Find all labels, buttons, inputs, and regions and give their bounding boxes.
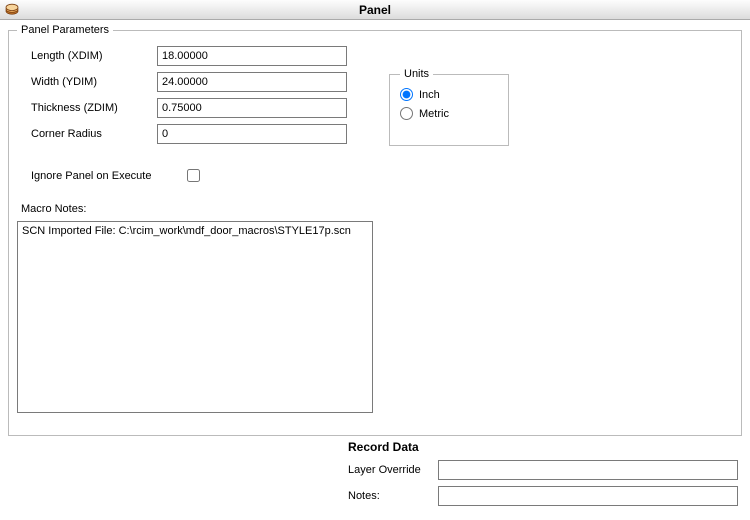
width-input[interactable] xyxy=(157,72,347,92)
length-input[interactable] xyxy=(157,46,347,66)
length-label: Length (XDIM) xyxy=(17,50,157,62)
corner-radius-input[interactable] xyxy=(157,124,347,144)
notes-row: Notes: xyxy=(348,486,742,506)
macro-notes-label: Macro Notes: xyxy=(17,203,733,215)
corner-radius-row: Corner Radius xyxy=(17,124,733,144)
app-icon xyxy=(4,2,20,18)
panel-parameters-group: Panel Parameters Length (XDIM) Width (YD… xyxy=(8,24,742,436)
corner-radius-label: Corner Radius xyxy=(17,128,157,140)
units-metric-radio[interactable] xyxy=(400,107,413,120)
thickness-input[interactable] xyxy=(157,98,347,118)
client-area: Panel Parameters Length (XDIM) Width (YD… xyxy=(0,20,750,520)
window-titlebar: Panel xyxy=(0,0,750,20)
units-metric-row: Metric xyxy=(400,107,498,120)
width-row: Width (YDIM) xyxy=(17,72,733,92)
macro-notes-textarea[interactable] xyxy=(17,221,373,413)
record-data-title: Record Data xyxy=(348,440,742,454)
layer-override-row: Layer Override xyxy=(348,460,742,480)
width-label: Width (YDIM) xyxy=(17,76,157,88)
thickness-label: Thickness (ZDIM) xyxy=(17,102,157,114)
units-inch-label: Inch xyxy=(419,89,440,101)
ignore-panel-checkbox[interactable] xyxy=(187,169,200,182)
units-group: Units Inch Metric xyxy=(389,68,509,146)
units-inch-radio[interactable] xyxy=(400,88,413,101)
window-title: Panel xyxy=(359,3,391,17)
thickness-row: Thickness (ZDIM) xyxy=(17,98,733,118)
units-metric-label: Metric xyxy=(419,108,449,120)
panel-parameters-legend: Panel Parameters xyxy=(17,24,113,36)
notes-input[interactable] xyxy=(438,486,738,506)
layer-override-label: Layer Override xyxy=(348,464,438,476)
ignore-panel-row: Ignore Panel on Execute xyxy=(17,166,733,185)
layer-override-input[interactable] xyxy=(438,460,738,480)
length-row: Length (XDIM) xyxy=(17,46,733,66)
notes-label: Notes: xyxy=(348,490,438,502)
units-legend: Units xyxy=(400,68,433,80)
ignore-panel-label: Ignore Panel on Execute xyxy=(31,170,151,182)
units-inch-row: Inch xyxy=(400,88,498,101)
record-data-section: Record Data Layer Override Notes: xyxy=(8,440,742,506)
